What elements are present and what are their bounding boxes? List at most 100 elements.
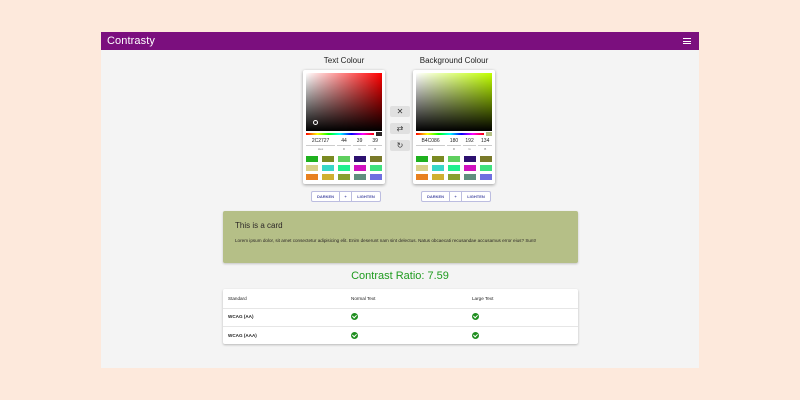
color-preview [486, 132, 492, 136]
menu-icon[interactable] [683, 38, 691, 44]
bg-plus-separator: + [449, 192, 462, 201]
color-swatch[interactable] [338, 165, 350, 171]
field-value[interactable]: B4C086 [416, 138, 446, 146]
channel-field[interactable]: 39 G [352, 138, 367, 151]
channel-field[interactable]: 180 R [447, 138, 461, 151]
bg-adjust-group: DARKEN + LIGHTEN [421, 191, 491, 202]
refresh-icon: ↻ [396, 141, 404, 150]
check-icon [472, 313, 479, 320]
color-swatch[interactable] [416, 156, 428, 162]
color-swatch[interactable] [416, 165, 428, 171]
color-swatch[interactable] [464, 174, 476, 180]
saturation-area[interactable] [306, 73, 382, 131]
color-swatch[interactable] [432, 174, 444, 180]
close-icon: ✕ [396, 107, 404, 116]
wcag-table: Standard Normal Text Large Text WCAG (AA… [223, 289, 578, 344]
color-swatch[interactable] [354, 156, 366, 162]
row-standard: WCAG (AAA) [228, 333, 257, 338]
color-swatch[interactable] [448, 165, 460, 171]
swap-icon: ⇄ [396, 124, 404, 133]
channel-field[interactable]: 39 B [368, 138, 382, 151]
preview-card: This is a card Lorem ipsum dolor, sit am… [223, 211, 578, 263]
field-value[interactable]: 44 [337, 138, 351, 146]
color-preview [376, 132, 382, 136]
card-body: Lorem ipsum dolor, sit amet consectetur … [235, 238, 537, 243]
color-cursor[interactable] [313, 120, 318, 125]
field-label: B [374, 147, 377, 151]
table-row: WCAG (AAA) [223, 326, 578, 345]
check-icon [351, 332, 358, 339]
color-swatch[interactable] [354, 174, 366, 180]
swap-button[interactable]: ⇄ [390, 123, 410, 134]
field-label: R [342, 147, 346, 151]
color-swatch[interactable] [370, 174, 382, 180]
table-row: WCAG (AA) [223, 307, 578, 327]
field-label: Hex [317, 147, 324, 151]
color-swatch[interactable] [370, 165, 382, 171]
color-swatch[interactable] [306, 156, 318, 162]
text-adjust-group: DARKEN + LIGHTEN [311, 191, 381, 202]
swatch-grid [416, 156, 492, 180]
color-swatch[interactable] [306, 174, 318, 180]
hex-field[interactable]: 2C2727 Hex [306, 138, 336, 151]
header-standard: Standard [228, 296, 247, 301]
field-value[interactable]: 192 [462, 138, 477, 146]
color-swatch[interactable] [338, 174, 350, 180]
row-standard: WCAG (AA) [228, 314, 254, 319]
color-swatch[interactable] [464, 165, 476, 171]
color-swatch[interactable] [464, 156, 476, 162]
color-swatch[interactable] [448, 174, 460, 180]
color-swatch[interactable] [432, 156, 444, 162]
header-large-text: Large Text [472, 296, 494, 301]
contrast-ratio: Contrast Ratio: 7.59 [351, 270, 449, 282]
color-swatch[interactable] [448, 156, 460, 162]
color-swatch[interactable] [480, 165, 492, 171]
header-normal-text: Normal Text [351, 296, 376, 301]
field-label: G [358, 147, 361, 151]
top-app-bar: Contrasty [101, 32, 699, 50]
color-swatch[interactable] [306, 165, 318, 171]
color-swatch[interactable] [354, 165, 366, 171]
color-swatch[interactable] [338, 156, 350, 162]
field-value[interactable]: 180 [447, 138, 461, 146]
saturation-area[interactable] [416, 73, 492, 131]
color-swatch[interactable] [322, 165, 334, 171]
channel-field[interactable]: 44 R [337, 138, 351, 151]
hue-slider[interactable] [416, 133, 484, 135]
color-swatch[interactable] [480, 156, 492, 162]
background-colour-picker[interactable]: B4C086 Hex 180 R 192 G 134 B [413, 70, 495, 184]
text-darken-button[interactable]: DARKEN [312, 192, 339, 201]
color-swatch[interactable] [322, 156, 334, 162]
channel-field[interactable]: 192 G [462, 138, 477, 151]
field-label: Hex [427, 147, 434, 151]
table-header-row: Standard Normal Text Large Text [223, 289, 578, 309]
bg-lighten-button[interactable]: LIGHTEN [462, 192, 490, 201]
swatch-grid [306, 156, 382, 180]
text-lighten-button[interactable]: LIGHTEN [352, 192, 380, 201]
clear-button[interactable]: ✕ [390, 106, 410, 117]
field-value[interactable]: 39 [352, 138, 367, 146]
text-colour-title: Text Colour [323, 56, 365, 65]
app-window: Contrasty Text Colour 2C2727 Hex 44 R 39 G 39 B… [101, 32, 699, 368]
color-swatch[interactable] [322, 174, 334, 180]
refresh-button[interactable]: ↻ [390, 140, 410, 151]
bg-darken-button[interactable]: DARKEN [422, 192, 449, 201]
color-swatch[interactable] [370, 156, 382, 162]
field-label: B [484, 147, 487, 151]
text-colour-picker[interactable]: 2C2727 Hex 44 R 39 G 39 B [303, 70, 385, 184]
text-plus-separator: + [339, 192, 352, 201]
hex-field[interactable]: B4C086 Hex [416, 138, 446, 151]
field-value[interactable]: 134 [478, 138, 492, 146]
color-swatch[interactable] [480, 174, 492, 180]
background-colour-title: Background Colour [419, 56, 489, 65]
field-label: R [452, 147, 456, 151]
check-icon [351, 313, 358, 320]
card-title: This is a card [235, 221, 283, 230]
channel-field[interactable]: 134 B [478, 138, 492, 151]
field-value[interactable]: 39 [368, 138, 382, 146]
hue-slider[interactable] [306, 133, 374, 135]
field-value[interactable]: 2C2727 [306, 138, 336, 146]
color-swatch[interactable] [416, 174, 428, 180]
color-swatch[interactable] [432, 165, 444, 171]
app-title: Contrasty [107, 35, 155, 47]
